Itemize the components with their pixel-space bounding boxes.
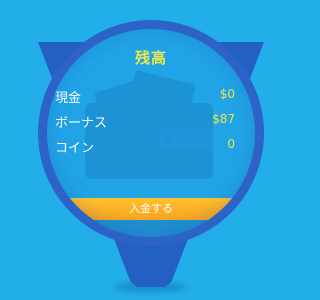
pin-face-bottom xyxy=(47,220,255,237)
balance-panel: 残高 現金 $0 ボーナス $87 コイン 0 入金する xyxy=(47,29,255,237)
cash-balance-row: 現金 $0 xyxy=(55,87,235,106)
coin-value: 0 xyxy=(227,137,235,151)
coin-label: コイン xyxy=(55,141,95,156)
cash-value: $0 xyxy=(219,87,235,101)
bonus-balance-row: ボーナス $87 xyxy=(55,112,235,131)
bonus-label: ボーナス xyxy=(55,116,108,131)
bonus-value: $87 xyxy=(212,112,235,126)
cash-label: 現金 xyxy=(55,91,82,106)
coin-balance-row: コイン 0 xyxy=(55,137,235,156)
deposit-button[interactable]: 入金する xyxy=(47,198,255,220)
balance-title: 残高 xyxy=(134,49,167,67)
